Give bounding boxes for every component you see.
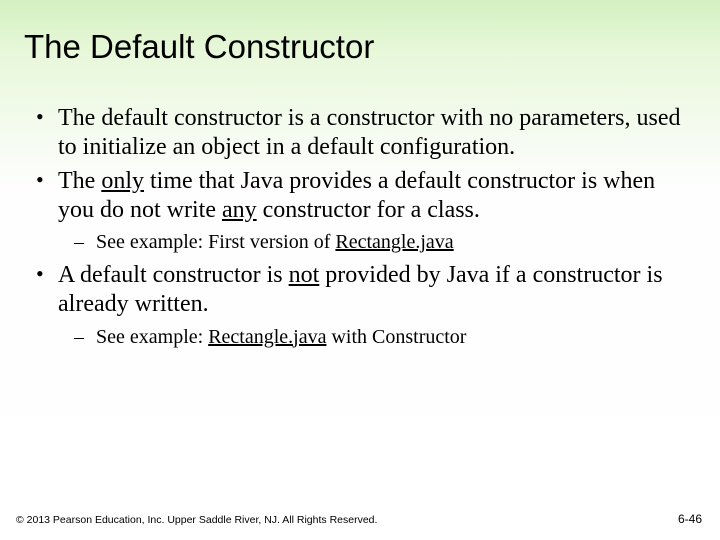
sub-bullet-3-text-a: See example:	[96, 326, 208, 348]
slide-title: The Default Constructor	[0, 0, 720, 74]
bullet-list: The default constructor is a constructor…	[28, 104, 692, 350]
sub-bullet-2-text: See example: First version of	[96, 231, 335, 253]
footer-copyright: © 2013 Pearson Education, Inc. Upper Sad…	[16, 514, 377, 526]
sub-bullet-3-text-c: with Constructor	[326, 326, 466, 348]
footer-page-number: 6-46	[678, 512, 702, 526]
bullet-3: A default constructor is not provided by…	[28, 261, 692, 350]
bullet-2: The only time that Java provides a defau…	[28, 167, 692, 256]
sub-bullet-3: See example: Rectangle.java with Constru…	[66, 324, 692, 350]
sub-bullet-2-link: Rectangle.java	[335, 231, 453, 253]
bullet-1-text: The default constructor is a constructor…	[58, 105, 680, 160]
sub-bullet-3-link: Rectangle.java	[208, 326, 326, 348]
bullet-2-underline-any: any	[222, 197, 257, 223]
slide: The Default Constructor The default cons…	[0, 0, 720, 540]
bullet-3-underline-not: not	[289, 262, 320, 288]
bullet-2-underline-only: only	[101, 168, 144, 194]
bullet-2-text-a: The	[58, 168, 101, 194]
sub-list-2: See example: First version of Rectangle.…	[58, 229, 692, 255]
sub-list-3: See example: Rectangle.java with Constru…	[58, 324, 692, 350]
bullet-2-text-e: constructor for a class.	[257, 197, 480, 223]
sub-bullet-2: See example: First version of Rectangle.…	[66, 229, 692, 255]
bullet-3-text-a: A default constructor is	[58, 262, 289, 288]
bullet-1: The default constructor is a constructor…	[28, 104, 692, 163]
slide-body: The default constructor is a constructor…	[0, 74, 720, 350]
